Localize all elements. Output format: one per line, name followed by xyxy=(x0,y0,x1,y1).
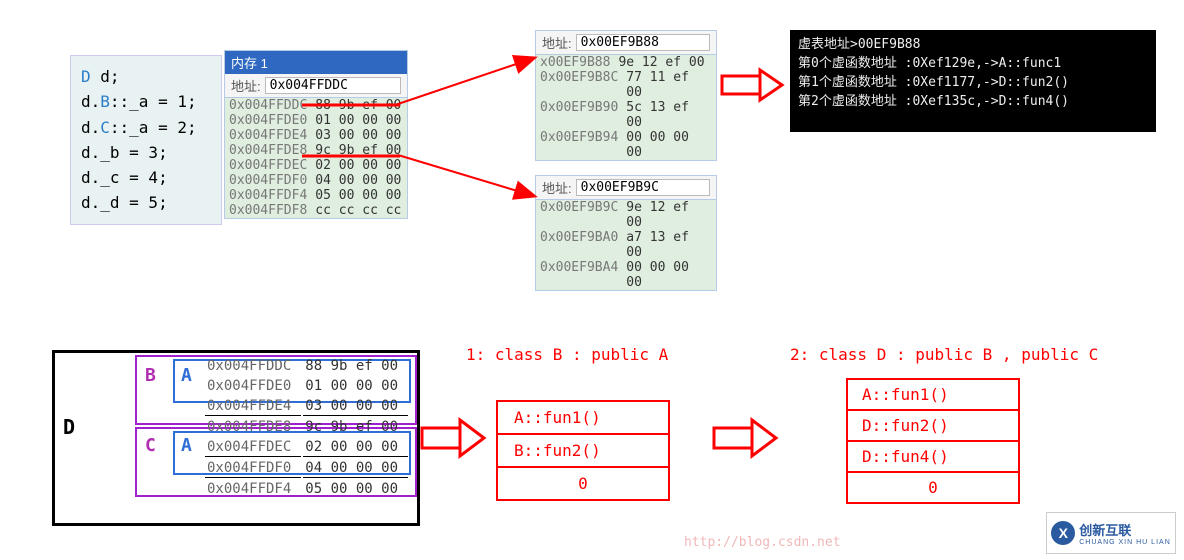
vtable-entry: A::fun1() xyxy=(498,402,668,435)
footer-url: http://blog.csdn.net xyxy=(684,535,841,550)
mem-addr: 0x004FFDE4 xyxy=(205,397,301,416)
title-class-D: 2: class D : public B , public C xyxy=(790,345,1098,364)
mem-addr: 0x00EF9BA0 xyxy=(536,230,622,260)
mem-bytes: 05 00 00 00 xyxy=(303,480,408,498)
label-D: D xyxy=(63,415,75,439)
panel3-addr-input[interactable]: 0x00EF9B9C xyxy=(576,179,710,196)
mem-bytes: 04 00 00 00 xyxy=(311,173,405,188)
mem-addr: 0x00EF9B94 xyxy=(536,130,622,160)
panel1-addr-input[interactable]: 0x004FFDDC xyxy=(265,77,401,94)
mem-bytes: 01 00 00 00 xyxy=(311,113,405,128)
vtable-entry: 0 xyxy=(498,468,668,499)
mem-bytes: 02 00 00 00 xyxy=(303,438,408,457)
logo: X 创新互联 CHUANG XIN HU LIAN xyxy=(1046,512,1176,554)
mem-bytes: 77 11 ef 00 xyxy=(622,70,716,100)
mem-bytes: 00 00 00 00 xyxy=(622,130,716,160)
mem-addr: 0x00EF9B8C xyxy=(536,70,622,100)
vtable-entry: D::fun2() xyxy=(848,411,1018,442)
mem-addr: 0x004FFDE8 xyxy=(205,418,301,436)
mem-bytes: 04 00 00 00 xyxy=(303,459,408,478)
panel1-addr-label: 地址: xyxy=(231,76,261,95)
mem-addr: 0x00EF9BA4 xyxy=(536,260,622,290)
mem-addr: 0x00EF9B9C xyxy=(536,200,622,230)
mem-bytes: cc cc cc cc xyxy=(311,203,405,218)
mem-addr: 0x004FFDEC xyxy=(225,158,311,173)
mem-bytes: 88 9b ef 00 xyxy=(311,98,405,113)
source-code: D d; d.B::_a = 1; d.C::_a = 2; d._b = 3;… xyxy=(70,55,222,225)
mem-addr: 0x004FFDDC xyxy=(205,357,301,375)
mem-addr: 0x004FFDEC xyxy=(205,438,301,457)
mem-bytes: 9c 9b ef 00 xyxy=(303,418,408,436)
mem-addr: 0x004FFDDC xyxy=(225,98,311,113)
memory-panel-1: 内存 1 地址: 0x004FFDDC 0x004FFDDC88 9b ef 0… xyxy=(224,50,408,219)
mem-addr: 0x004FFDE0 xyxy=(225,113,311,128)
vtable-entry: D::fun4() xyxy=(848,442,1018,473)
panel1-title: 内存 1 xyxy=(225,51,407,74)
mem-bytes: a7 13 ef 00 xyxy=(622,230,716,260)
mem-addr: 0x004FFDE4 xyxy=(225,128,311,143)
memory-panel-3: 地址: 0x00EF9B9C 0x00EF9B9C9e 12 ef 000x00… xyxy=(535,175,717,291)
mem-bytes: 9c 9b ef 00 xyxy=(311,143,405,158)
mem-addr: 0x004FFDF4 xyxy=(205,480,301,498)
vtable-entry: 0 xyxy=(848,473,1018,502)
mem-bytes: 9e 12 ef 00 xyxy=(614,55,708,70)
vtable-entry: A::fun1() xyxy=(848,380,1018,411)
mem-addr: 0x004FFDF0 xyxy=(205,459,301,478)
mem-bytes: 88 9b ef 00 xyxy=(303,357,408,375)
mem-bytes: 05 00 00 00 xyxy=(311,188,405,203)
console-output: 虚表地址>00EF9B88 第0个虚函数地址 :0Xef129e,->A::fu… xyxy=(790,30,1156,132)
memory-layout-diagram: D B C A A 0x004FFDDC88 9b ef 000x004FFDE… xyxy=(52,350,420,526)
mem-addr: 0x004FFDF4 xyxy=(225,188,311,203)
mem-bytes: 02 00 00 00 xyxy=(311,158,405,173)
mem-bytes: 00 00 00 00 xyxy=(622,260,716,290)
vtable-box-1: A::fun1()B::fun2()0 xyxy=(496,400,670,501)
mem-addr: 0x00EF9B90 xyxy=(536,100,622,130)
mem-addr: 0x004FFDE0 xyxy=(205,377,301,395)
mem-bytes: 5c 13 ef 00 xyxy=(622,100,716,130)
mem-bytes: 9e 12 ef 00 xyxy=(622,200,716,230)
panel3-addr-label: 地址: xyxy=(542,178,572,197)
panel2-addr-input[interactable]: 0x00EF9B88 xyxy=(576,34,710,51)
mem-addr: x00EF9B88 xyxy=(536,55,614,70)
title-class-B: 1: class B : public A xyxy=(466,345,668,364)
panel2-addr-label: 地址: xyxy=(542,33,572,52)
vtable-entry: B::fun2() xyxy=(498,435,668,468)
mem-bytes: 03 00 00 00 xyxy=(311,128,405,143)
memory-panel-2: 地址: 0x00EF9B88 x00EF9B889e 12 ef 000x00E… xyxy=(535,30,717,161)
vtable-box-2: A::fun1()D::fun2()D::fun4()0 xyxy=(846,378,1020,504)
mem-bytes: 01 00 00 00 xyxy=(303,377,408,395)
memory-table: 0x004FFDDC88 9b ef 000x004FFDE001 00 00 … xyxy=(203,355,410,500)
mem-addr: 0x004FFDF0 xyxy=(225,173,311,188)
mem-addr: 0x004FFDE8 xyxy=(225,143,311,158)
mem-addr: 0x004FFDF8 xyxy=(225,203,311,218)
mem-bytes: 03 00 00 00 xyxy=(303,397,408,416)
